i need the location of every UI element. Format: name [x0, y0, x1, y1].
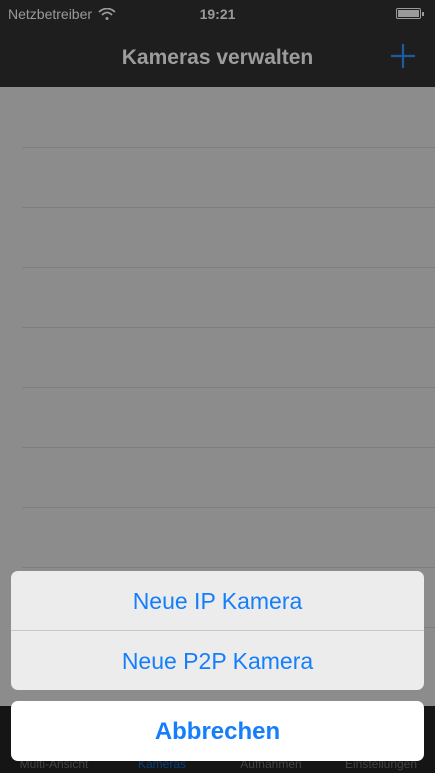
list-separator	[22, 147, 435, 148]
navigation-bar: Kameras verwalten	[0, 28, 435, 87]
list-separator	[22, 267, 435, 268]
new-ip-camera-button[interactable]: Neue IP Kamera	[11, 571, 424, 630]
cancel-button[interactable]: Abbrechen	[11, 701, 424, 761]
list-separator	[22, 207, 435, 208]
list-separator	[22, 507, 435, 508]
list-separator	[22, 387, 435, 388]
new-p2p-camera-button[interactable]: Neue P2P Kamera	[11, 631, 424, 690]
page-title: Kameras verwalten	[121, 46, 314, 69]
plus-icon[interactable]	[389, 42, 417, 70]
battery-icon	[396, 8, 424, 19]
action-sheet: Neue IP Kamera Neue P2P Kamera	[11, 571, 424, 690]
status-bar: Netzbetreiber 19:21	[0, 0, 435, 28]
list-separator	[22, 447, 435, 448]
status-time: 19:21	[199, 6, 236, 22]
list-separator	[22, 327, 435, 328]
list-separator	[22, 567, 435, 568]
